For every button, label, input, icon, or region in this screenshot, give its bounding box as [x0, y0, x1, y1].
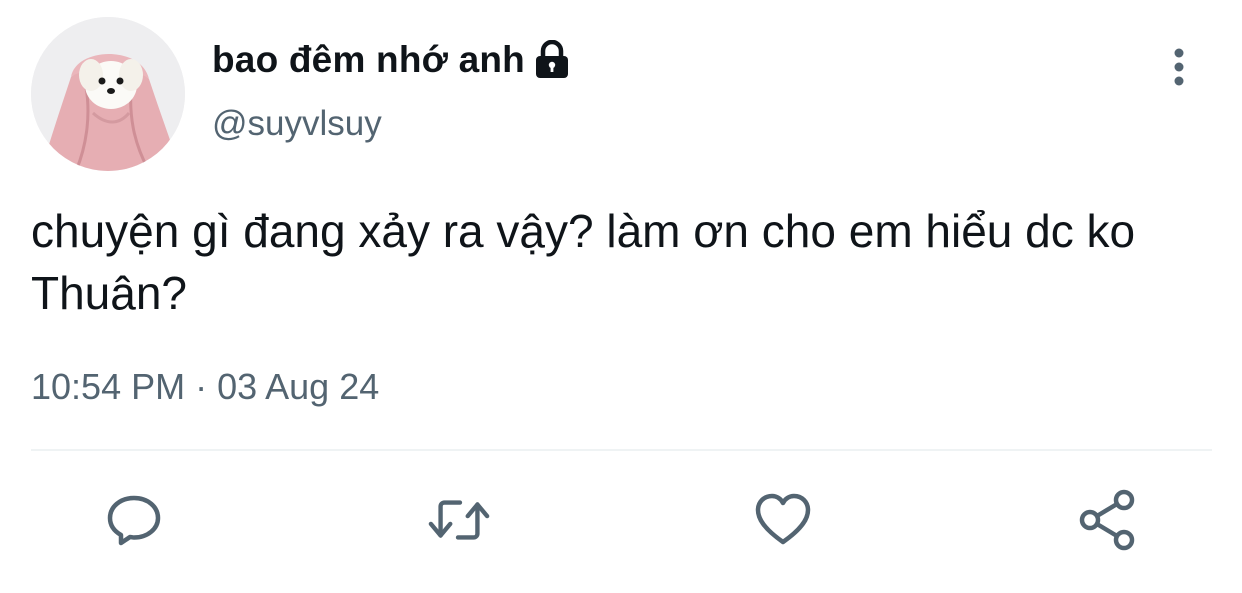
avatar-dog-image	[31, 17, 185, 171]
lock-icon	[535, 40, 568, 78]
display-name[interactable]: bao đêm nhớ anh	[212, 38, 571, 82]
avatar[interactable]	[31, 17, 185, 171]
share-icon	[1079, 489, 1135, 551]
share-button[interactable]	[1076, 488, 1140, 552]
retweet-icon	[428, 500, 490, 540]
user-handle[interactable]: @suyvlsuy	[212, 104, 382, 144]
like-button[interactable]	[751, 488, 815, 552]
more-vertical-icon	[1174, 48, 1184, 86]
reply-icon	[107, 495, 161, 546]
divider	[31, 449, 1212, 451]
tweet-text: chuyện gì đang xảy ra vậy? làm ơn cho em…	[31, 205, 1136, 319]
retweet-button[interactable]	[427, 488, 491, 552]
tweet-timestamp[interactable]: 10:54 PM · 03 Aug 24	[31, 366, 379, 408]
reply-button[interactable]	[102, 488, 166, 552]
display-name-text: bao đêm nhớ anh	[212, 39, 525, 80]
heart-icon	[755, 493, 811, 545]
more-button[interactable]	[1163, 44, 1195, 90]
